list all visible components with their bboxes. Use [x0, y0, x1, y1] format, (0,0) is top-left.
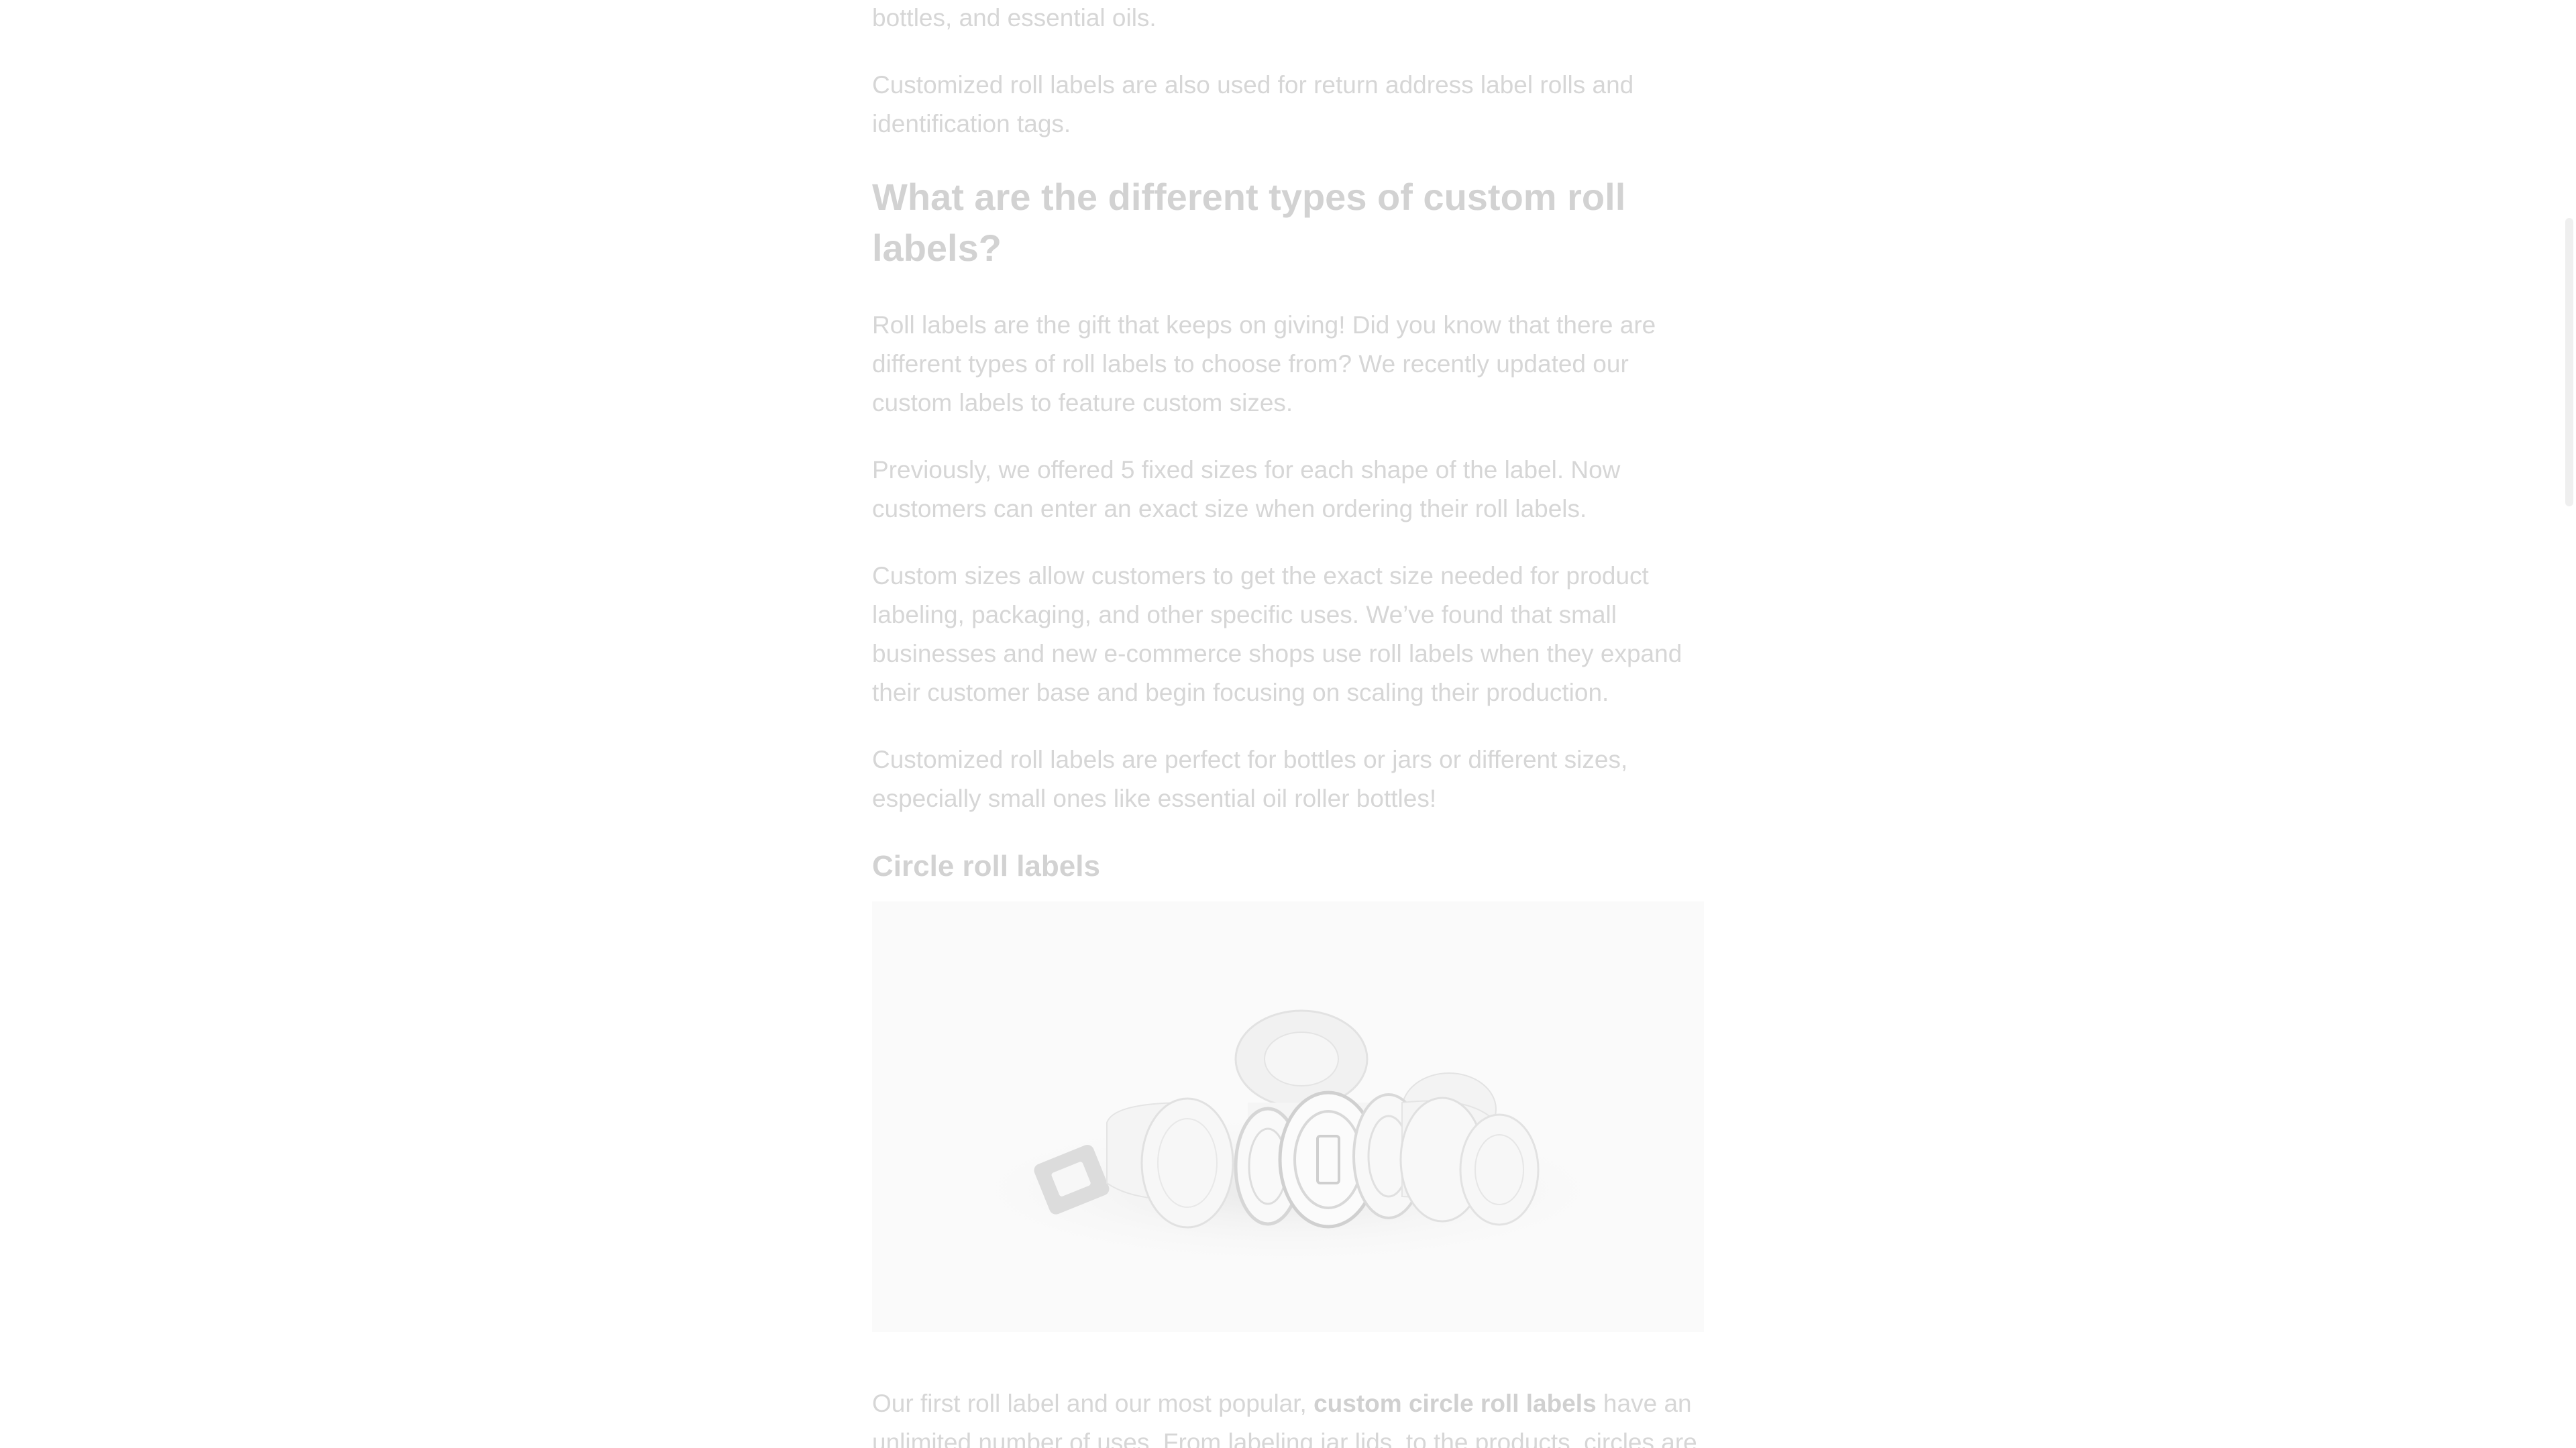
paragraph-custom-sizes: Custom sizes allow customers to get the …: [872, 562, 1682, 706]
paragraph-perfect-for-bottles: Customized roll labels are perfect for b…: [872, 746, 1628, 812]
circle-roll-labels-link-text[interactable]: custom circle roll labels: [1313, 1390, 1597, 1417]
circle-roll-labels-image: [872, 901, 1704, 1332]
paragraph-return-address: Customized roll labels are also used for…: [872, 71, 1634, 137]
circle-labels-illustration: [939, 1009, 1637, 1270]
paragraph-gift: Roll labels are the gift that keeps on g…: [872, 311, 1656, 416]
heading-types-of-roll-labels: What are the different types of custom r…: [872, 176, 1626, 269]
page-scrollbar[interactable]: [2560, 0, 2576, 1448]
paragraph-first-text-start: Our first roll label and our most popula…: [872, 1390, 1314, 1417]
subheading-circle-roll-labels: Circle roll labels: [872, 850, 1100, 883]
article-body: use it in your home to label your mason …: [872, 0, 1704, 1448]
paragraph-previously: Previously, we offered 5 fixed sizes for…: [872, 456, 1621, 522]
scrollbar-thumb[interactable]: [2565, 218, 2573, 506]
paragraph-intro-tail: use it in your home to label your mason …: [872, 4, 1157, 32]
paragraph-first-roll-label: Our first roll label and our most popula…: [872, 1384, 1704, 1448]
